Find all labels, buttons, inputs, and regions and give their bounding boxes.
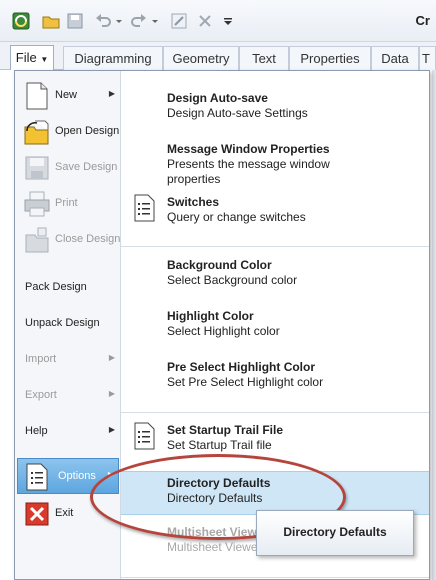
- submenu-item-desc: Design Auto-save Settings: [167, 106, 308, 120]
- new-document-icon: [26, 82, 48, 110]
- trail-file-document-icon: [134, 422, 155, 450]
- menu-item-open-design[interactable]: Open Design: [17, 115, 119, 149]
- submenu-item-desc: Select Background color: [167, 273, 298, 287]
- menu-item-import[interactable]: Import ▶: [17, 343, 119, 377]
- customize-toolbar-icon[interactable]: [222, 12, 234, 30]
- file-tab[interactable]: File ▼: [10, 45, 54, 70]
- ribbon-tabs: File ▼ Diagramming Geometry Text Propert…: [0, 42, 436, 70]
- app-title: Cr: [415, 13, 430, 28]
- undo-icon[interactable]: [94, 12, 112, 30]
- menu-item-unpack-design[interactable]: Unpack Design: [17, 307, 119, 341]
- menu-item-import-label: Import: [25, 353, 57, 365]
- tooltip-text: Directory Defaults: [283, 525, 387, 539]
- save-icon[interactable]: [66, 12, 84, 30]
- file-tab-label: File: [15, 50, 37, 65]
- menu-item-exit-label: Exit: [55, 507, 74, 519]
- menu-item-close-design[interactable]: Close Design: [17, 223, 121, 257]
- tab-geometry[interactable]: Geometry: [163, 46, 239, 70]
- tab-data[interactable]: Data: [371, 46, 419, 70]
- tab-partial[interactable]: T: [419, 46, 436, 70]
- submenu-item-desc-line2: properties: [167, 172, 221, 186]
- menu-item-pack-design[interactable]: Pack Design: [17, 271, 119, 305]
- switches-document-icon: [134, 194, 155, 222]
- menu-item-new-label: New: [55, 89, 78, 101]
- close-window-icon[interactable]: [196, 12, 214, 30]
- submenu-arrow-icon: ▶: [108, 89, 115, 98]
- submenu-item-set-startup-trail-file[interactable]: Set Startup Trail File Set Startup Trail…: [121, 417, 429, 461]
- submenu-item-desc: Select Highlight color: [167, 324, 280, 338]
- submenu-item-title: Message Window Properties: [167, 142, 330, 156]
- menu-item-pack-design-label: Pack Design: [25, 281, 87, 293]
- open-folder-icon: [24, 120, 49, 145]
- menu-item-save-design-label: Save Design: [55, 161, 118, 173]
- submenu-item-highlight-color[interactable]: Highlight Color Select Highlight color: [121, 302, 429, 342]
- submenu-separator: [121, 577, 429, 578]
- submenu-item-switches[interactable]: Switches Query or change switches: [121, 189, 429, 229]
- submenu-item-desc: Presents the message window: [167, 157, 330, 171]
- submenu-item-preselect-highlight-color[interactable]: Pre Select Highlight Color Set Pre Selec…: [121, 353, 429, 393]
- tab-diagramming[interactable]: Diagramming: [63, 46, 163, 70]
- redo-icon[interactable]: [130, 12, 148, 30]
- tooltip: Directory Defaults: [256, 510, 414, 556]
- menu-item-open-design-label: Open Design: [55, 125, 120, 137]
- submenu-item-message-window-properties[interactable]: Message Window Properties Presents the m…: [121, 135, 429, 187]
- app-background-edge: [432, 70, 436, 580]
- menu-item-options-label: Options: [58, 470, 96, 482]
- submenu-item-title: Set Startup Trail File: [167, 423, 284, 437]
- submenu-item-title: Highlight Color: [167, 309, 254, 323]
- menu-item-export-label: Export: [25, 389, 57, 401]
- submenu-item-background-color[interactable]: Background Color Select Background color: [121, 251, 429, 291]
- submenu-item-desc: Query or change switches: [167, 210, 306, 224]
- menu-item-new[interactable]: New ▶: [17, 79, 119, 113]
- menu-item-save-design[interactable]: Save Design: [17, 151, 119, 185]
- save-icon: [25, 156, 49, 180]
- submenu-arrow-icon: ▶: [108, 353, 115, 362]
- submenu-arrow-icon: ▶: [108, 389, 115, 398]
- undo-dropdown-icon[interactable]: [114, 12, 124, 30]
- submenu-separator: [121, 412, 429, 413]
- edit-icon[interactable]: [170, 12, 188, 30]
- submenu-item-design-autosave[interactable]: Design Auto-save Design Auto-save Settin…: [121, 85, 429, 125]
- tab-properties[interactable]: Properties: [289, 46, 371, 70]
- submenu-item-desc: Set Pre Select Highlight color: [167, 375, 324, 389]
- menu-item-print[interactable]: Print: [17, 187, 119, 221]
- menu-item-help-label: Help: [25, 425, 48, 437]
- open-folder-icon[interactable]: [42, 12, 60, 30]
- submenu-separator: [121, 246, 429, 247]
- submenu-item-title: Switches: [167, 195, 220, 209]
- submenu-arrow-icon: ▶: [108, 425, 115, 434]
- redo-dropdown-icon[interactable]: [150, 12, 160, 30]
- options-document-icon: [26, 463, 48, 491]
- quick-access-toolbar: Cr: [0, 0, 436, 42]
- chevron-down-icon: ▼: [40, 55, 49, 64]
- tab-text[interactable]: Text: [239, 46, 289, 70]
- exit-icon: [25, 502, 49, 526]
- menu-item-export[interactable]: Export ▶: [17, 379, 119, 413]
- submenu-item-desc: Set Startup Trail file: [167, 438, 272, 452]
- menu-item-print-label: Print: [55, 197, 78, 209]
- menu-item-close-design-label: Close Design: [55, 233, 121, 245]
- submenu-item-desc: Multisheet Viewe: [167, 540, 258, 554]
- app-logo-icon[interactable]: [12, 12, 30, 30]
- submenu-item-title: Design Auto-save: [167, 91, 268, 105]
- submenu-item-title: Pre Select Highlight Color: [167, 360, 316, 374]
- submenu-item-title: Background Color: [167, 258, 272, 272]
- menu-item-help[interactable]: Help ▶: [17, 415, 119, 449]
- menu-item-unpack-design-label: Unpack Design: [25, 317, 100, 329]
- printer-icon: [24, 191, 50, 217]
- close-folder-icon: [25, 227, 49, 253]
